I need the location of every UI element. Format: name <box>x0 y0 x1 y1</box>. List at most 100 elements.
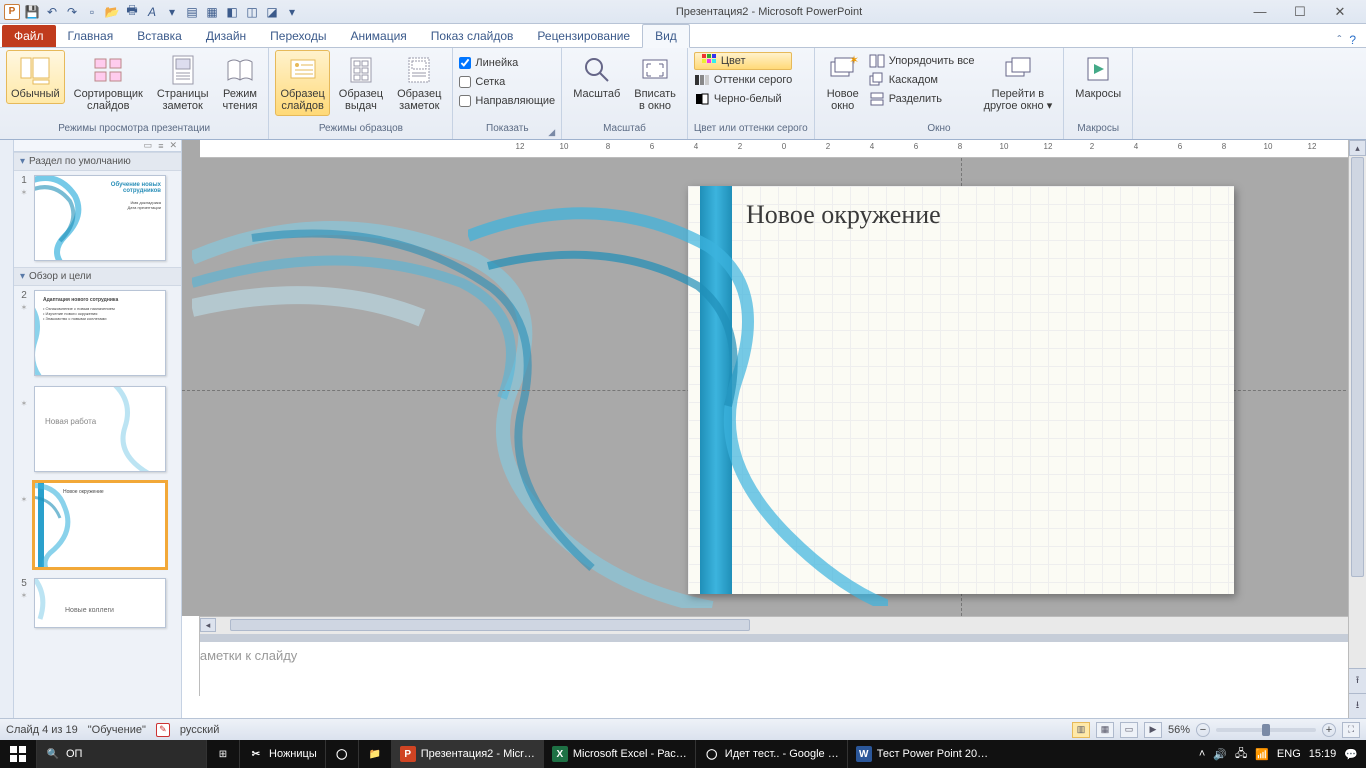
qat-btn5-icon[interactable]: ◪ <box>264 4 280 20</box>
zoom-in-icon[interactable]: + <box>1322 723 1336 737</box>
switch-window-button[interactable]: Перейти вдругое окно ▾ <box>979 50 1058 116</box>
maximize-button[interactable]: ☐ <box>1286 4 1314 20</box>
tab-transitions[interactable]: Переходы <box>258 25 338 47</box>
normal-view-icon[interactable]: ▥ <box>1072 722 1090 738</box>
next-slide-icon[interactable]: ⭳ <box>1349 693 1366 718</box>
notes-pane[interactable]: Заметки к слайду <box>182 638 1366 718</box>
qat-btn3-icon[interactable]: ◧ <box>224 4 240 20</box>
grayscale-button[interactable]: Оттенки серого <box>694 71 792 89</box>
macros-button[interactable]: Макросы <box>1070 50 1126 104</box>
notes-master-button[interactable]: Образецзаметок <box>392 50 446 116</box>
network-icon[interactable]: 🖧 <box>1235 745 1247 764</box>
keyboard-lang[interactable]: ENG <box>1277 748 1301 760</box>
prev-slide-icon[interactable]: ⭱ <box>1349 668 1366 693</box>
section-header-2[interactable]: ▾Обзор и цели <box>14 267 181 286</box>
tab-design[interactable]: Дизайн <box>194 25 258 47</box>
file-tab[interactable]: Файл <box>2 25 56 47</box>
normal-view-button[interactable]: Обычный <box>6 50 65 104</box>
close-button[interactable]: ✕ <box>1326 4 1354 20</box>
taskbar-item[interactable]: PПрезентация2 - Micr… <box>391 740 543 768</box>
fit-window-button[interactable]: Вписатьв окно <box>629 50 681 116</box>
close-pane-icon[interactable]: ✕ <box>169 140 177 151</box>
taskbar-item[interactable]: ◯Идет тест.. - Google … <box>695 740 847 768</box>
qat-more1-icon[interactable]: ▾ <box>164 4 180 20</box>
thumb-row-2[interactable]: 2✶ Адаптация нового сотрудника • Ознаком… <box>14 286 181 382</box>
vscroll-thumb[interactable] <box>1351 157 1364 577</box>
vertical-scrollbar[interactable]: ▴ ⭱ ⭳ <box>1348 140 1366 718</box>
zoom-slider-knob[interactable] <box>1262 724 1270 736</box>
taskbar-item[interactable]: ◯ <box>325 740 358 768</box>
tab-review[interactable]: Рецензирование <box>525 25 642 47</box>
slide-title[interactable]: Новое окружение <box>746 200 941 230</box>
clock[interactable]: 15:19 <box>1309 748 1337 760</box>
fit-slide-icon[interactable]: ⛶ <box>1342 722 1360 738</box>
spellcheck-icon[interactable]: ✎ <box>156 723 170 737</box>
minimize-button[interactable]: — <box>1246 4 1274 20</box>
taskbar-item[interactable]: ✂Ножницы <box>239 740 325 768</box>
arrange-all-button[interactable]: Упорядочить все <box>869 52 975 70</box>
handout-master-button[interactable]: Образецвыдач <box>334 50 388 116</box>
current-slide[interactable]: Новое окружение <box>688 186 1234 594</box>
save-icon[interactable]: 💾 <box>24 4 40 20</box>
taskbar-item[interactable]: 📁 <box>358 740 391 768</box>
new-window-button[interactable]: ✶ Новоеокно <box>821 50 865 116</box>
outline-tab-icon[interactable]: ≡ <box>158 141 163 151</box>
slide-thumb-3[interactable]: Новая работа <box>34 386 166 472</box>
tab-home[interactable]: Главная <box>56 25 126 47</box>
redo-icon[interactable]: ↷ <box>64 4 80 20</box>
help-icon[interactable]: ? <box>1349 33 1356 47</box>
qat-dropdown-icon[interactable]: ▾ <box>284 4 300 20</box>
reading-view-button[interactable]: Режимчтения <box>218 50 263 116</box>
zoom-button[interactable]: Масштаб <box>568 50 625 104</box>
sorter-view-icon[interactable]: ▦ <box>1096 722 1114 738</box>
qat-btn4-icon[interactable]: ◫ <box>244 4 260 20</box>
slideshow-view-icon[interactable]: ▶ <box>1144 722 1162 738</box>
tab-view[interactable]: Вид <box>642 24 690 48</box>
qat-btn1-icon[interactable]: ▤ <box>184 4 200 20</box>
horizontal-scrollbar[interactable]: ◂ ▸ <box>200 616 1366 634</box>
ribbon-minimize-icon[interactable]: ˆ <box>1337 33 1341 47</box>
outline-tab-strip[interactable] <box>0 140 14 718</box>
ruler-checkbox[interactable]: Линейка <box>459 54 555 72</box>
color-button[interactable]: Цвет <box>694 52 792 70</box>
show-dialog-launcher-icon[interactable]: ◢ <box>548 127 555 138</box>
cascade-button[interactable]: Каскадом <box>869 71 975 89</box>
slide-master-button[interactable]: Образецслайдов <box>275 50 329 116</box>
undo-icon[interactable]: ↶ <box>44 4 60 20</box>
taskbar-item[interactable]: XMicrosoft Excel - Рас… <box>543 740 695 768</box>
slide-thumb-2[interactable]: Адаптация нового сотрудника • Ознакомлен… <box>34 290 166 376</box>
hscroll-thumb[interactable] <box>230 619 750 631</box>
scroll-up-icon[interactable]: ▴ <box>1349 140 1366 156</box>
tab-insert[interactable]: Вставка <box>125 25 194 47</box>
section-header-1[interactable]: ▾Раздел по умолчанию <box>14 152 181 171</box>
task-view-button[interactable]: ⊞ <box>206 740 239 768</box>
blackwhite-button[interactable]: Черно-белый <box>694 90 792 108</box>
tray-chevron-icon[interactable]: ˄ <box>1199 748 1205 760</box>
thumbnails-tab-icon[interactable]: ▭ <box>144 140 153 151</box>
slide-canvas[interactable]: Новое окружение <box>182 158 1366 616</box>
start-button[interactable] <box>0 740 36 768</box>
qat-btn2-icon[interactable]: ▦ <box>204 4 220 20</box>
zoom-level[interactable]: 56% <box>1168 724 1190 736</box>
slide-sorter-button[interactable]: Сортировщикслайдов <box>69 50 148 116</box>
zoom-slider[interactable] <box>1216 728 1316 732</box>
tab-animation[interactable]: Анимация <box>338 25 418 47</box>
slide-thumb-4[interactable]: Новое окружение <box>34 482 166 568</box>
split-button[interactable]: Разделить <box>869 90 975 108</box>
reading-view-icon[interactable]: ▭ <box>1120 722 1138 738</box>
qat-open-icon[interactable]: 📂 <box>104 4 120 20</box>
guides-checkbox[interactable]: Направляющие <box>459 92 555 110</box>
taskbar-item[interactable]: WТест Power Point 20… <box>847 740 996 768</box>
scroll-left-icon[interactable]: ◂ <box>200 618 216 632</box>
slide-counter[interactable]: Слайд 4 из 19 <box>6 724 78 736</box>
tab-slideshow[interactable]: Показ слайдов <box>419 25 526 47</box>
horizontal-ruler[interactable]: 1210864202468101224681012 <box>200 140 1366 158</box>
thumb-row-1[interactable]: 1✶ Обучение новых сотрудников Имя доклад… <box>14 171 181 267</box>
search-box[interactable]: 🔍ОП <box>36 740 206 768</box>
qat-print-icon[interactable]: 🖶 <box>124 4 140 20</box>
thumb-row-3[interactable]: 3✶ Новая работа <box>14 382 181 478</box>
slide-thumb-5[interactable]: Новые коллеги <box>34 578 166 628</box>
wifi-icon[interactable]: 📶 <box>1255 748 1269 761</box>
notifications-icon[interactable]: 💬 <box>1344 748 1358 761</box>
slide-thumb-1[interactable]: Обучение новых сотрудников Имя докладчик… <box>34 175 166 261</box>
